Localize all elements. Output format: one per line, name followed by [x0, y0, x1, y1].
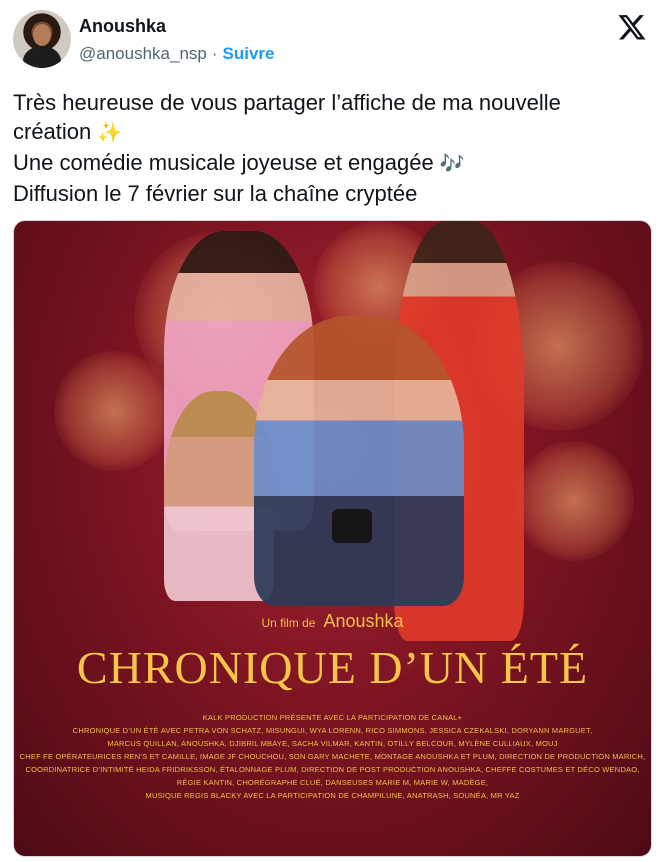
handle-row: @anoushka_nsp · Suivre: [79, 44, 275, 64]
credit-line: MUSIQUE REGIS BLACKY AVEC LA PARTICIPATI…: [145, 791, 520, 800]
credit-line: COORDINATRICE D’INTIMITÉ HEIDA FRIDRIKSS…: [25, 765, 640, 774]
tweet-text: Très heureuse de vous partager l’affiche…: [13, 88, 643, 208]
credit-line: RÉGIE KANTIN, CHORÉGRAPHE CLUÉ, DANSEUSE…: [176, 778, 489, 787]
poster-title: CHRONIQUE D’UN ÉTÉ: [76, 642, 589, 693]
figure-center: [254, 316, 464, 606]
musical-notes-emoji-icon: 🎶: [439, 153, 465, 175]
author-name[interactable]: Anoushka: [79, 16, 166, 37]
tweet-line-3-text: Une comédie musicale joyeuse et engagée: [13, 150, 440, 175]
avatar-face: [33, 24, 51, 46]
separator-dot: ·: [211, 44, 218, 63]
sparkles-emoji-icon: ✨: [97, 122, 123, 144]
credit-line: CHEF FE OPÉRATEURICES REN’S ET CAMILLE, …: [19, 752, 646, 761]
tweet-line-3: Une comédie musicale joyeuse et engagée …: [13, 148, 643, 179]
author-handle[interactable]: @anoushka_nsp: [79, 44, 207, 63]
tweet-header: Anoushka @anoushka_nsp · Suivre: [13, 10, 653, 70]
camera-icon: [332, 509, 372, 543]
poster-image[interactable]: Un film de Anoushka CHRONIQUE D’UN ÉTÉ K…: [13, 220, 652, 857]
follow-button[interactable]: Suivre: [223, 44, 275, 63]
tweet-line-1: Très heureuse de vous partager l’affiche…: [13, 90, 561, 115]
credit-line: KALK PRODUCTION PRÉSENTE AVEC LA PARTICI…: [202, 713, 463, 722]
credit-line: CHRONIQUE D’UN ÉTÉ AVEC PETRA VON SCHATZ…: [72, 726, 593, 735]
bokeh-light: [54, 351, 174, 471]
credits-block: KALK PRODUCTION PRÉSENTE AVEC LA PARTICI…: [14, 711, 651, 802]
film-prefix: Un film de: [261, 616, 316, 630]
tweet-line-2: création ✨: [13, 117, 643, 148]
director-name: Anoushka: [323, 611, 404, 631]
avatar-body: [23, 46, 61, 68]
credit-line: MARCUS QUILLAN, ANOUSHKA, DJIBRIL MBAYE,…: [107, 739, 558, 748]
tweet-line-4: Diffusion le 7 février sur la chaîne cry…: [13, 181, 418, 206]
avatar[interactable]: [13, 10, 71, 68]
film-credit: Un film de Anoushka: [14, 611, 651, 632]
x-logo-icon[interactable]: [617, 12, 647, 42]
tweet-line-2-text: création: [13, 119, 98, 144]
bokeh-light: [514, 441, 634, 561]
